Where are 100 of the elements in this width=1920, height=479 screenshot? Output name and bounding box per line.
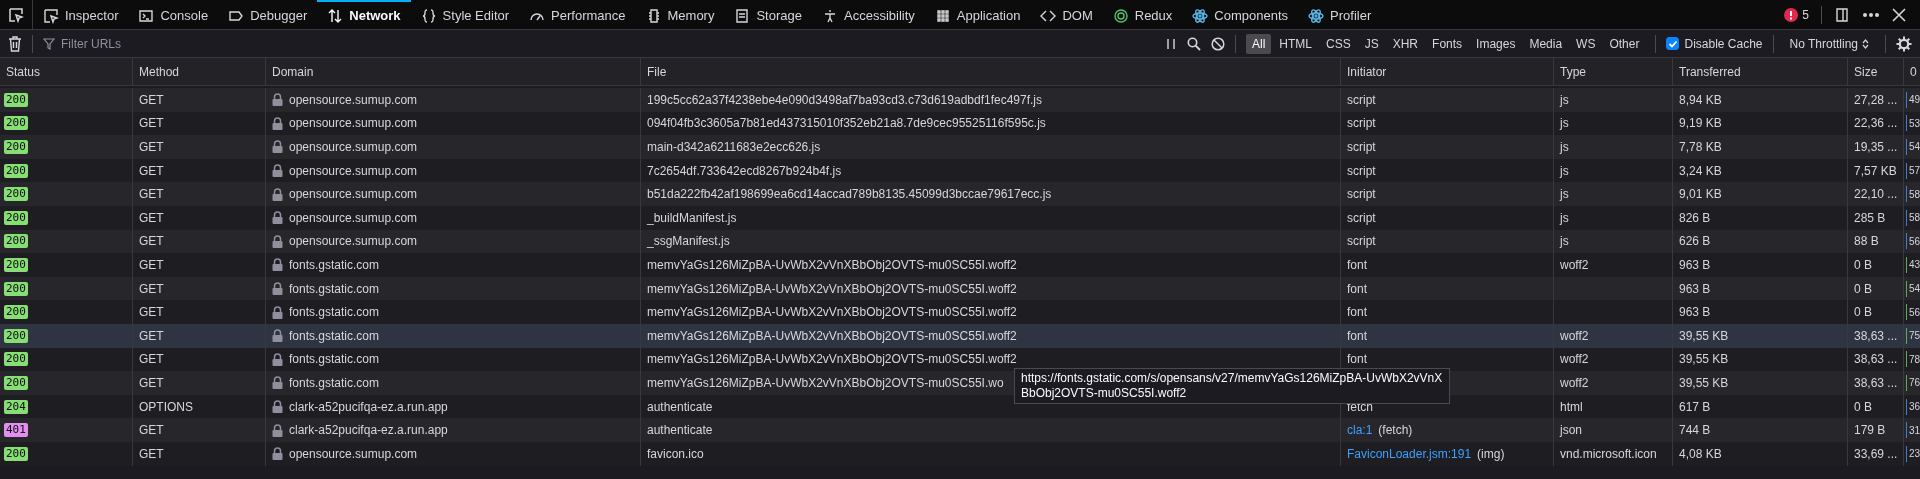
type-text: json <box>1560 423 1582 438</box>
trash-icon[interactable] <box>8 35 22 52</box>
type-header[interactable]: Type <box>1553 58 1672 85</box>
status-badge: 200 <box>4 140 28 154</box>
size-text: 0 B <box>1854 281 1872 296</box>
devtools-tab[interactable]: Profiler <box>1298 0 1382 29</box>
throttling-dropdown[interactable]: No Throttling <box>1783 34 1875 53</box>
domain-text: fonts.gstatic.com <box>289 257 380 272</box>
element-picker-icon[interactable] <box>8 6 24 23</box>
devtools-tab[interactable]: Performance <box>519 0 636 29</box>
type-filter-button[interactable]: Other <box>1603 33 1646 54</box>
lock-icon <box>272 234 283 248</box>
request-row[interactable]: 200 GET fonts.gstatic.com memvYaGs126MiZpBA-UvWbX2vVnXBbObj2OVTS-mu0SC55I.woff2 font woff2 39,55 KB 38,63 ... 75 <box>0 323 1920 348</box>
size-text: 38,63 ... <box>1854 375 1898 390</box>
lock-icon <box>272 305 283 319</box>
size-text: 0 B <box>1854 399 1872 414</box>
lock-icon <box>272 400 283 413</box>
type-filter-button[interactable]: WS <box>1570 33 1602 54</box>
settings-icon[interactable] <box>1896 35 1912 52</box>
transferred-size: 8,94 KB <box>1679 92 1722 107</box>
initiator-text: script <box>1347 163 1376 178</box>
initiator-link[interactable]: cla:1 <box>1347 423 1373 438</box>
domain-header[interactable]: Domain <box>265 58 640 85</box>
file-name: memvYaGs126MiZpBA-UvWbX2vVnXBbObj2OVTS-mu0SC55I.woff2 <box>647 281 1017 296</box>
lock-icon <box>272 211 283 225</box>
domain-text: opensource.sumup.com <box>289 92 418 107</box>
size-text: 22,10 ... <box>1854 187 1898 202</box>
request-row[interactable]: 200 GET fonts.gstatic.com memvYaGs126MiZpBA-UvWbX2vVnXBbObj2OVTS-mu0SC55I.woff2 font 963 B 0 B 54 <box>0 276 1920 301</box>
more-icon[interactable] <box>1862 11 1880 18</box>
devtools-tab[interactable]: Debugger <box>218 0 318 29</box>
initiator-text: font <box>1347 305 1367 320</box>
file-header[interactable]: File <box>640 58 1340 85</box>
search-icon[interactable] <box>1187 36 1201 51</box>
type-filter-button[interactable]: Media <box>1523 33 1569 54</box>
method-text: GET <box>139 92 164 107</box>
initiator-link[interactable]: FaviconLoader.jsm:191 <box>1347 446 1472 461</box>
waterfall-header[interactable]: 0 <box>1903 58 1920 85</box>
transferred-size: 7,78 KB <box>1679 140 1722 154</box>
type-filter-button[interactable]: Images <box>1470 33 1522 54</box>
devtools-tab[interactable]: Application <box>924 0 1031 29</box>
devtools-tab[interactable]: Inspector <box>33 0 129 29</box>
pause-icon[interactable] <box>1165 36 1177 51</box>
size-header[interactable]: Size <box>1847 58 1903 85</box>
request-row[interactable]: 401 GET clark-a52pucifqa-ez.a.run.app authenticate cla:1 (fetch) json 744 B 179 B 31 <box>0 418 1920 442</box>
request-row[interactable]: 200 GET opensource.sumup.com b51da222fb42af198699ea6cd14accad789b8135.45099d3bccae79617ecc.js script js 9,01 KB 22,10 ... 58 <box>0 182 1920 206</box>
request-row[interactable]: 200 GET opensource.sumup.com 199c5cc62a37f4238ebe4e090d3498af7ba93cd3.c73d619adbdf1fec497f.js script js 8,94 KB 27,28 ... 49 <box>0 88 1920 112</box>
lock-icon <box>272 140 283 154</box>
transferred-size: 39,55 KB <box>1679 352 1729 367</box>
transferred-size: 826 B <box>1679 210 1711 225</box>
status-badge: 200 <box>4 187 28 202</box>
type-text: js <box>1560 116 1569 131</box>
method-text: GET <box>139 234 164 249</box>
size-text: 38,63 ... <box>1854 328 1898 343</box>
size-text: 33,69 ... <box>1854 446 1898 461</box>
devtools-tab[interactable]: DOM <box>1030 0 1103 29</box>
domain-text: clark-a52pucifqa-ez.a.run.app <box>289 399 448 414</box>
file-name: _ssgManifest.js <box>647 234 730 249</box>
checkbox[interactable] <box>1666 37 1680 50</box>
devtools-tab[interactable]: Components <box>1182 0 1299 29</box>
devtools-tab[interactable]: Accessibility <box>812 0 925 29</box>
domain-text: clark-a52pucifqa-ez.a.run.app <box>289 423 448 438</box>
devtools-tab[interactable]: Console <box>128 0 219 29</box>
status-badge: 401 <box>4 423 28 438</box>
error-count[interactable]: 5 <box>1802 7 1809 22</box>
prompt-icon <box>138 7 155 24</box>
type-filter-button[interactable]: JS <box>1358 33 1385 54</box>
method-header[interactable]: Method <box>132 58 265 85</box>
devtools-tab[interactable]: Style Editor <box>410 0 520 29</box>
dock-icon[interactable] <box>1834 6 1850 23</box>
type-filter-button[interactable]: CSS <box>1320 33 1357 54</box>
file-name: 094f04fb3c3605a7b81ed437315010f352eb21a8.7de9cec95525116f595c.js <box>647 116 1046 131</box>
type-text: vnd.microsoft.icon <box>1560 446 1657 461</box>
checkbox-label[interactable]: Disable Cache <box>1684 36 1763 51</box>
status-badge: 200 <box>4 352 28 367</box>
status-badge: 200 <box>4 446 28 461</box>
devtools-tab[interactable]: Redux <box>1102 0 1183 29</box>
timing-text: 54 <box>1908 283 1920 295</box>
size-text: 88 B <box>1854 234 1879 249</box>
type-filter-button[interactable]: HTML <box>1273 33 1318 54</box>
transferred-header[interactable]: Transferred <box>1672 58 1847 85</box>
block-icon[interactable] <box>1211 36 1225 51</box>
initiator-header[interactable]: Initiator <box>1340 58 1553 85</box>
type-filter-button[interactable]: XHR <box>1386 33 1425 54</box>
timing-text: 53 <box>1908 117 1920 129</box>
initiator-text: font <box>1347 257 1367 272</box>
type-filter-button[interactable]: All <box>1246 33 1272 54</box>
initiator-text: script <box>1347 234 1376 249</box>
filter-field[interactable]: Filter URLs <box>59 35 1155 52</box>
atom-icon <box>1192 7 1209 24</box>
devtools-tab[interactable]: Storage <box>724 0 812 29</box>
type-text: woff2 <box>1560 352 1589 367</box>
method-text: GET <box>139 375 164 390</box>
close-icon[interactable] <box>1892 7 1906 22</box>
request-row[interactable]: 200 GET opensource.sumup.com _ssgManifest.js script js 626 B 88 B 56 <box>0 229 1920 254</box>
domain-text: opensource.sumup.com <box>289 187 418 202</box>
type-filter-button[interactable]: Fonts <box>1426 33 1469 54</box>
status-header[interactable]: Status <box>0 58 132 85</box>
request-row[interactable]: 200 GET opensource.sumup.com main-d342a6211683e2ecc626.js script js 7,78 KB 19,35 ... 54 <box>0 135 1920 159</box>
devtools-tab[interactable]: Memory <box>635 0 725 29</box>
document-icon <box>734 7 751 24</box>
